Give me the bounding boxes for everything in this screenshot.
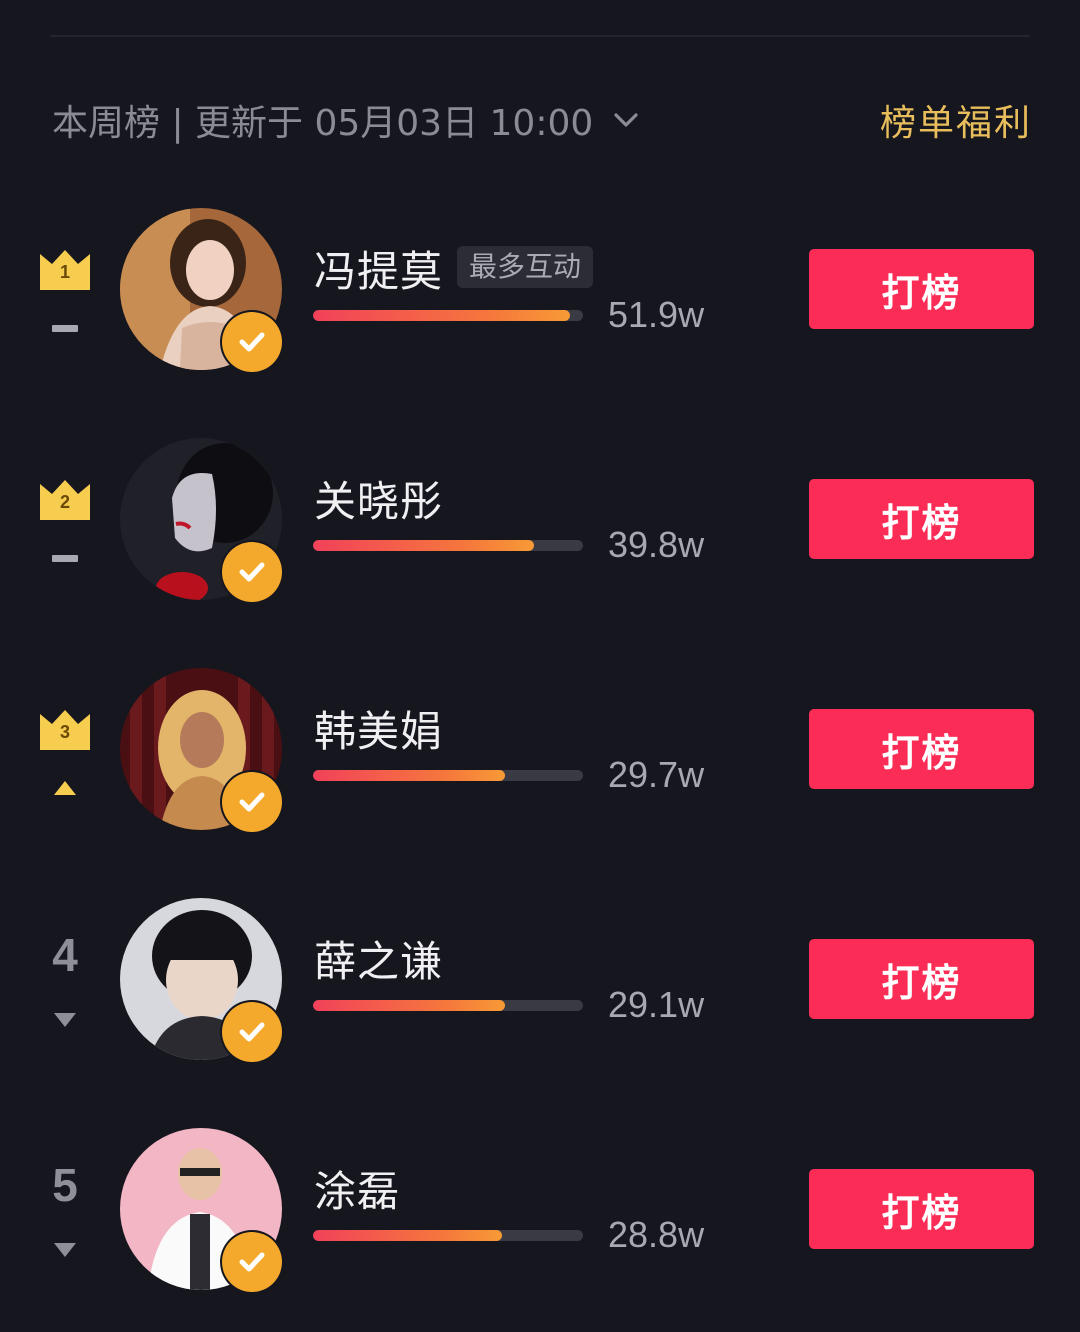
rank-number: 5 — [52, 1159, 78, 1211]
vote-button[interactable]: 打榜 — [809, 479, 1034, 559]
user-name[interactable]: 韩美娟 — [314, 698, 443, 759]
progress-bar — [313, 1230, 583, 1241]
chevron-down-icon — [611, 105, 641, 135]
rank-indicator: 4 — [30, 918, 100, 1028]
verified-check-icon — [222, 1232, 282, 1292]
triangle-down-icon — [54, 1013, 76, 1027]
rank-indicator: 5 — [30, 1148, 100, 1258]
triangle-up-icon — [54, 781, 76, 795]
progress-fill — [313, 310, 570, 321]
score-value: 51.9w — [608, 294, 705, 335]
ranking-header: 本周榜 | 更新于 05月03日 10:00 榜单福利 — [52, 94, 1032, 146]
vote-button[interactable]: 打榜 — [809, 709, 1034, 789]
progress-fill — [313, 1230, 502, 1241]
score-value: 29.7w — [608, 754, 705, 795]
list-item: 2 关晓彤 39.8w 打榜 — [0, 438, 1080, 608]
dash-icon — [52, 555, 78, 562]
verified-check-icon — [222, 1002, 282, 1062]
list-item: 4 薛之谦 29.1w 打榜 — [0, 898, 1080, 1068]
rank-number: 4 — [52, 929, 78, 981]
period-label: 本周榜 | 更新于 05月03日 10:00 — [52, 103, 594, 144]
verified-check-icon — [222, 312, 282, 372]
progress-bar — [313, 310, 583, 321]
vote-button[interactable]: 打榜 — [809, 1169, 1034, 1249]
triangle-down-icon — [54, 1243, 76, 1257]
user-name[interactable]: 薛之谦 — [314, 928, 443, 989]
rank-number: 1 — [59, 262, 70, 282]
score-value: 39.8w — [608, 524, 705, 565]
progress-bar — [313, 1000, 583, 1011]
progress-bar — [313, 540, 583, 551]
rank-indicator: 1 — [30, 228, 100, 338]
list-item: 1 冯提莫 最多互动 51.9w 打榜 — [0, 208, 1080, 378]
progress-fill — [313, 540, 535, 551]
user-name[interactable]: 涂磊 — [314, 1158, 400, 1219]
rank-number: 3 — [59, 722, 70, 742]
top-divider — [50, 35, 1030, 37]
verified-check-icon — [222, 542, 282, 602]
user-name[interactable]: 关晓彤 — [314, 468, 443, 529]
rank-indicator: 2 — [30, 458, 100, 568]
list-item: 5 涂磊 28.8w 打榜 — [0, 1128, 1080, 1298]
score-value: 29.1w — [608, 984, 705, 1025]
progress-fill — [313, 770, 505, 781]
interaction-badge: 最多互动 — [457, 246, 594, 288]
verified-check-icon — [222, 772, 282, 832]
progress-bar — [313, 770, 583, 781]
rank-number: 2 — [59, 492, 70, 512]
ranking-benefits-link[interactable]: 榜单福利 — [880, 94, 1032, 146]
user-name[interactable]: 冯提莫 — [314, 238, 443, 299]
progress-fill — [313, 1000, 505, 1011]
period-selector[interactable]: 本周榜 | 更新于 05月03日 10:00 — [52, 94, 641, 146]
vote-button[interactable]: 打榜 — [809, 939, 1034, 1019]
rank-indicator: 3 — [30, 688, 100, 798]
vote-button[interactable]: 打榜 — [809, 249, 1034, 329]
score-value: 28.8w — [608, 1214, 705, 1255]
dash-icon — [52, 325, 78, 332]
list-item: 3 韩美娟 29.7w 打榜 — [0, 668, 1080, 838]
